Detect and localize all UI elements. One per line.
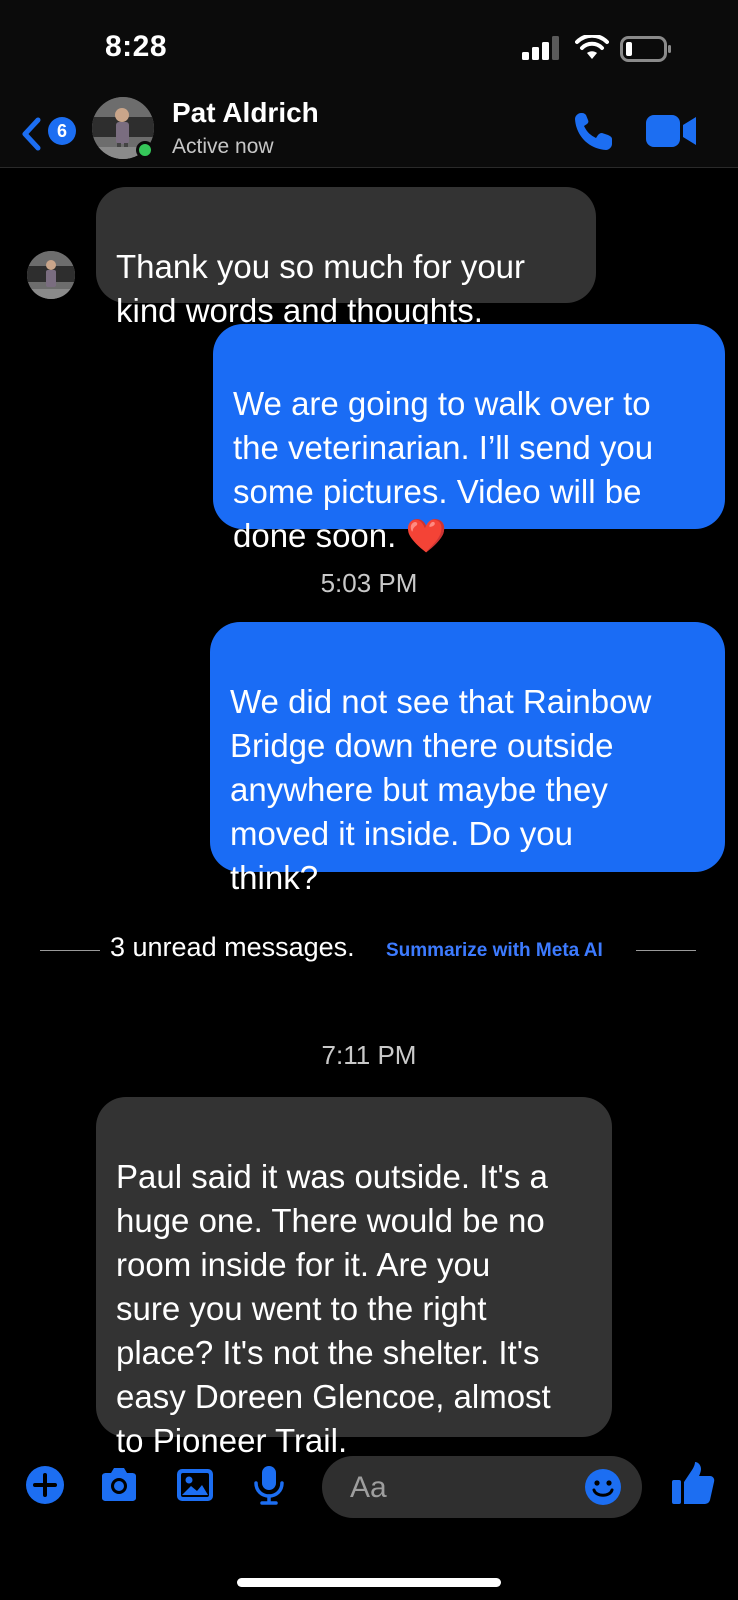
- battery-icon: [620, 36, 671, 62]
- video-call-icon[interactable]: [646, 113, 698, 149]
- unread-count-badge: 6: [48, 117, 76, 145]
- message-composer: Aa: [0, 1440, 738, 1560]
- unread-count-text: 3 unread messages.: [110, 932, 355, 962]
- camera-icon[interactable]: [98, 1464, 140, 1506]
- chevron-left-icon: [22, 117, 41, 151]
- phone-icon[interactable]: [572, 109, 616, 153]
- home-indicator[interactable]: [237, 1578, 501, 1587]
- message-text: We are going to walk over to the veterin…: [233, 385, 654, 554]
- status-time: 8:28: [105, 30, 168, 63]
- message-bubble-outgoing[interactable]: We did not see that Rainbow Bridge down …: [210, 622, 725, 896]
- message-bubble-outgoing[interactable]: We are going to walk over to the veterin…: [213, 324, 725, 554]
- message-timestamp: 5:03 PM: [320, 568, 418, 598]
- microphone-icon[interactable]: [248, 1464, 290, 1506]
- divider-line-left: [40, 950, 100, 951]
- divider-line-right: [636, 950, 696, 951]
- message-bubble-incoming[interactable]: Paul said it was outside. It's a huge on…: [96, 1097, 612, 1459]
- sender-avatar[interactable]: [27, 251, 75, 299]
- emoji-icon[interactable]: [584, 1468, 622, 1506]
- thumbs-up-icon[interactable]: [670, 1460, 716, 1506]
- contact-status: Active now: [172, 135, 274, 158]
- plus-icon[interactable]: [24, 1464, 66, 1506]
- contact-name[interactable]: Pat Aldrich: [172, 97, 319, 129]
- message-text: We did not see that Rainbow Bridge down …: [230, 683, 652, 896]
- message-input[interactable]: Aa: [322, 1456, 642, 1518]
- cellular-signal-icon: [522, 36, 559, 60]
- message-timestamp: 7:11 PM: [321, 1040, 417, 1070]
- back-button[interactable]: 6: [20, 113, 80, 153]
- message-bubble-incoming[interactable]: Thank you so much for your kind words an…: [96, 187, 596, 329]
- wifi-icon: [575, 35, 609, 59]
- unread-divider: 3 unread messages. Summarize with Meta A…: [40, 932, 696, 968]
- message-text: Thank you so much for your kind words an…: [116, 248, 526, 329]
- message-text: Paul said it was outside. It's a huge on…: [116, 1158, 551, 1459]
- message-input-placeholder: Aa: [350, 1471, 387, 1504]
- avatar-image: [27, 251, 75, 299]
- summarize-with-meta-ai-link[interactable]: Summarize with Meta AI: [386, 940, 603, 962]
- conversation-header: 6 Pat Aldrich Active now: [0, 95, 738, 168]
- status-bar: 8:28: [0, 0, 738, 95]
- online-status-dot: [136, 141, 154, 159]
- gallery-icon[interactable]: [174, 1464, 216, 1506]
